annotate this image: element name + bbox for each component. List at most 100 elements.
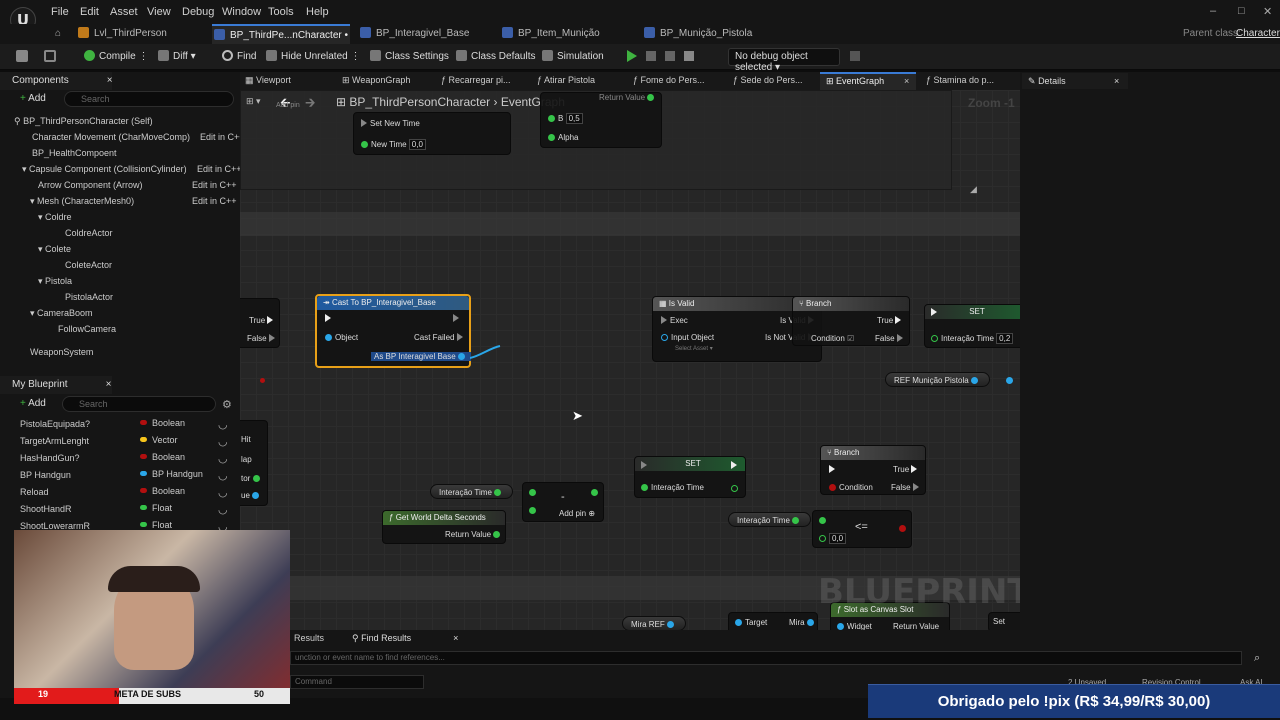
select-asset-dropdown[interactable]: Select Asset ▾ (675, 345, 713, 352)
set-new-time-node[interactable]: Set New Time New Time 0,0 (353, 112, 511, 155)
variable-row[interactable]: HasHandGun? Boolean ◡ (20, 452, 235, 467)
set-node-clipped[interactable]: Set (988, 612, 1020, 630)
edit-in-cpp-link[interactable]: Edit in C++ (192, 196, 237, 206)
component-item[interactable]: ▾ Colete (38, 244, 71, 255)
add-pin-button[interactable]: Add pin ⊕ (559, 509, 595, 518)
add-pin-label[interactable]: Add pin (276, 102, 300, 109)
tab-sede[interactable]: ƒ Sede do Pers... (733, 75, 803, 85)
exec-in-pin[interactable]: Exec (661, 316, 688, 325)
set-interacao-time-node[interactable]: SET Interação Time (634, 456, 746, 498)
tab-event-graph[interactable]: ⊞ EventGraph × (820, 72, 916, 90)
ref-municao-pistola-node[interactable]: REF Munição Pistola (885, 372, 990, 387)
target-node[interactable]: Target Mira (728, 612, 818, 630)
graph-nav-icons[interactable]: ⊞ ▾ (246, 96, 261, 107)
false-pin[interactable]: False (875, 334, 906, 343)
as-bp-interagivel-pin[interactable]: As BP Interagivel Base (371, 352, 471, 361)
component-item[interactable]: FollowCamera (58, 324, 116, 334)
interacao-time-pin[interactable]: Interação Time 0,2 (931, 333, 1014, 344)
object-pin[interactable]: Object (325, 333, 358, 342)
tab-atirar-pistola[interactable]: ƒ Atirar Pistola (537, 75, 595, 85)
variable-type[interactable]: Boolean (140, 418, 185, 428)
component-item[interactable]: ▾ Pistola (38, 276, 72, 287)
clipped-branch-node[interactable]: True False (240, 298, 280, 348)
simulation-button[interactable]: Simulation (542, 50, 604, 62)
eye-icon[interactable]: ◡ (218, 469, 228, 482)
class-defaults-button[interactable]: Class Defaults (456, 50, 535, 62)
input-object-pin[interactable]: Input Object (661, 333, 714, 342)
edit-in-cpp-link[interactable]: Edit in C++ (192, 180, 237, 190)
menu-view[interactable]: View (147, 6, 171, 18)
tab-bp-municao-pistola[interactable]: BP_Munição_Pistola (642, 24, 792, 44)
component-item[interactable]: PistolaActor (65, 292, 113, 302)
true-pin[interactable]: True (893, 465, 920, 474)
add-variable-button[interactable]: + Add (20, 398, 46, 409)
true-pin[interactable]: True (249, 316, 276, 325)
gear-icon[interactable]: ⚙ (222, 398, 232, 411)
component-item[interactable]: ▾ Coldre (38, 212, 72, 223)
get-interacao-time-node[interactable]: Interação Time (728, 512, 812, 527)
eject-icon[interactable] (684, 51, 694, 61)
variable-row[interactable]: Reload Boolean ◡ (20, 486, 235, 501)
tab-lvl-thirdperson[interactable]: Lvl_ThirdPerson (76, 24, 206, 44)
minimize-button[interactable]: – (1210, 5, 1216, 17)
eye-icon[interactable]: ◡ (218, 503, 228, 516)
play-icon[interactable] (627, 50, 637, 62)
variable-type[interactable]: Float (140, 503, 172, 513)
eye-icon[interactable]: ◡ (218, 418, 228, 431)
command-input[interactable]: Command (290, 675, 424, 689)
reroute-pin-icon[interactable] (260, 378, 265, 383)
close-tab-icon[interactable]: × (453, 633, 458, 643)
condition-pin[interactable]: Condition ☑ (811, 334, 854, 343)
cast-failed-pin[interactable]: Cast Failed (414, 333, 466, 342)
variable-type[interactable]: Boolean (140, 452, 185, 462)
float-pin-icon[interactable] (731, 485, 738, 492)
menu-file[interactable]: File (51, 6, 69, 18)
component-item[interactable]: ColdreActor (65, 228, 113, 238)
variable-row[interactable]: PistolaEquipada? Boolean ◡ (20, 418, 235, 433)
eye-icon[interactable]: ◡ (218, 486, 228, 499)
tab-bp-item-municao[interactable]: BP_Item_Munição (500, 24, 640, 44)
subtract-node[interactable]: - Add pin ⊕ (522, 482, 604, 522)
variable-type[interactable]: Vector (140, 435, 178, 445)
tab-fome[interactable]: ƒ Fome do Pers... (633, 75, 705, 85)
edit-in-cpp-link[interactable]: Edit in C++ (200, 132, 245, 142)
mira-ref-node[interactable]: Mira REF (622, 616, 687, 630)
exec-in-pin[interactable] (931, 308, 940, 317)
exec-out-pin[interactable] (453, 314, 462, 323)
float-pin-icon[interactable] (529, 507, 536, 514)
cast-to-bp-interagivel-node[interactable]: ↠ Cast To BP_Interagivel_Base Object Cas… (315, 294, 471, 368)
components-search-input[interactable]: Search (64, 91, 234, 107)
checkbox-icon[interactable]: ☑ (847, 334, 854, 343)
alpha-pin[interactable]: Alpha (548, 133, 578, 142)
tor-pin[interactable]: tor (241, 474, 263, 483)
find-button[interactable]: Find (222, 50, 256, 62)
browse-icon[interactable] (44, 50, 56, 62)
variable-row[interactable]: TargetArmLenght Vector ◡ (20, 435, 235, 450)
branch-node[interactable]: ⑂ Branch True Condition ☑ False (792, 296, 910, 346)
close-components-icon[interactable]: × (107, 75, 113, 86)
close-my-blueprint-icon[interactable]: × (106, 379, 112, 390)
diff-button[interactable]: Diff ▾ (158, 50, 196, 62)
hide-unrelated-button[interactable]: Hide Unrelated ⋮ (266, 50, 361, 62)
compile-button[interactable]: Compile ⋮ (84, 50, 148, 62)
binoculars-icon[interactable]: ⌕ (1254, 652, 1260, 665)
debug-browse-icon[interactable] (850, 51, 860, 61)
hit-pin[interactable]: Hit (241, 435, 251, 444)
maximize-button[interactable]: □ (1238, 5, 1245, 17)
false-pin[interactable]: False (247, 334, 278, 343)
menu-asset[interactable]: Asset (110, 6, 138, 18)
variable-type[interactable]: BP Handgun (140, 469, 203, 479)
clipped-node[interactable]: Hit lap tor ue (240, 420, 268, 506)
menu-window[interactable]: Window (222, 6, 261, 18)
add-component-button[interactable]: + Add (20, 93, 46, 104)
true-pin[interactable]: True (877, 316, 904, 325)
get-world-delta-seconds-node[interactable]: ƒ Get World Delta Seconds Return Value (382, 510, 506, 544)
my-blueprint-search-input[interactable]: Search (62, 396, 216, 412)
tab-bp-thirdpersoncharacter[interactable]: BP_ThirdPe...nCharacter • × (212, 24, 350, 61)
tab-bp-interagivel-base[interactable]: BP_Interagivel_Base (358, 24, 498, 44)
widget-pin[interactable]: Widget (837, 622, 872, 630)
return-value-pin[interactable]: Return Value (445, 530, 503, 539)
component-item[interactable]: ColeteActor (65, 260, 112, 270)
tab-weapon-graph[interactable]: ⊞ WeaponGraph (342, 75, 410, 86)
step-icon[interactable] (646, 51, 656, 61)
